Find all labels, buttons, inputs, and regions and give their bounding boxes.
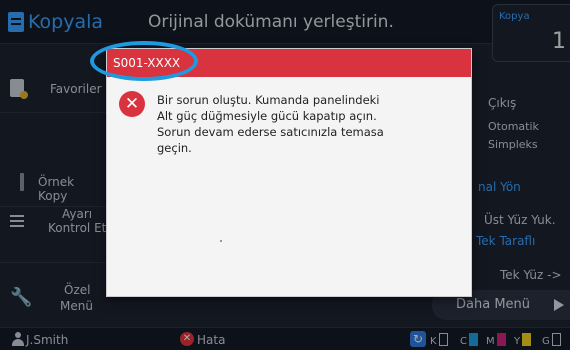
error-message-line: Sorun devam ederse satıcınızla temasa	[157, 125, 384, 139]
copy-screen: Kopyala Orijinal dokümanı yerleştirin. K…	[0, 0, 570, 350]
error-message-line: Bir sorun oluştu. Kumanda panelindeki	[157, 93, 380, 107]
error-code-highlight	[90, 41, 198, 81]
dialog-dot	[220, 240, 222, 242]
error-message: Bir sorun oluştu. Kumanda panelindeki Al…	[157, 92, 407, 156]
error-message-line: Alt güç düğmesiyle gücü kapatıp açın.	[157, 109, 377, 123]
error-dialog: S001-XXXX ✕ Bir sorun oluştu. Kumanda pa…	[106, 48, 472, 297]
error-x-icon: ✕	[119, 91, 145, 117]
error-message-line: geçin.	[157, 141, 192, 155]
